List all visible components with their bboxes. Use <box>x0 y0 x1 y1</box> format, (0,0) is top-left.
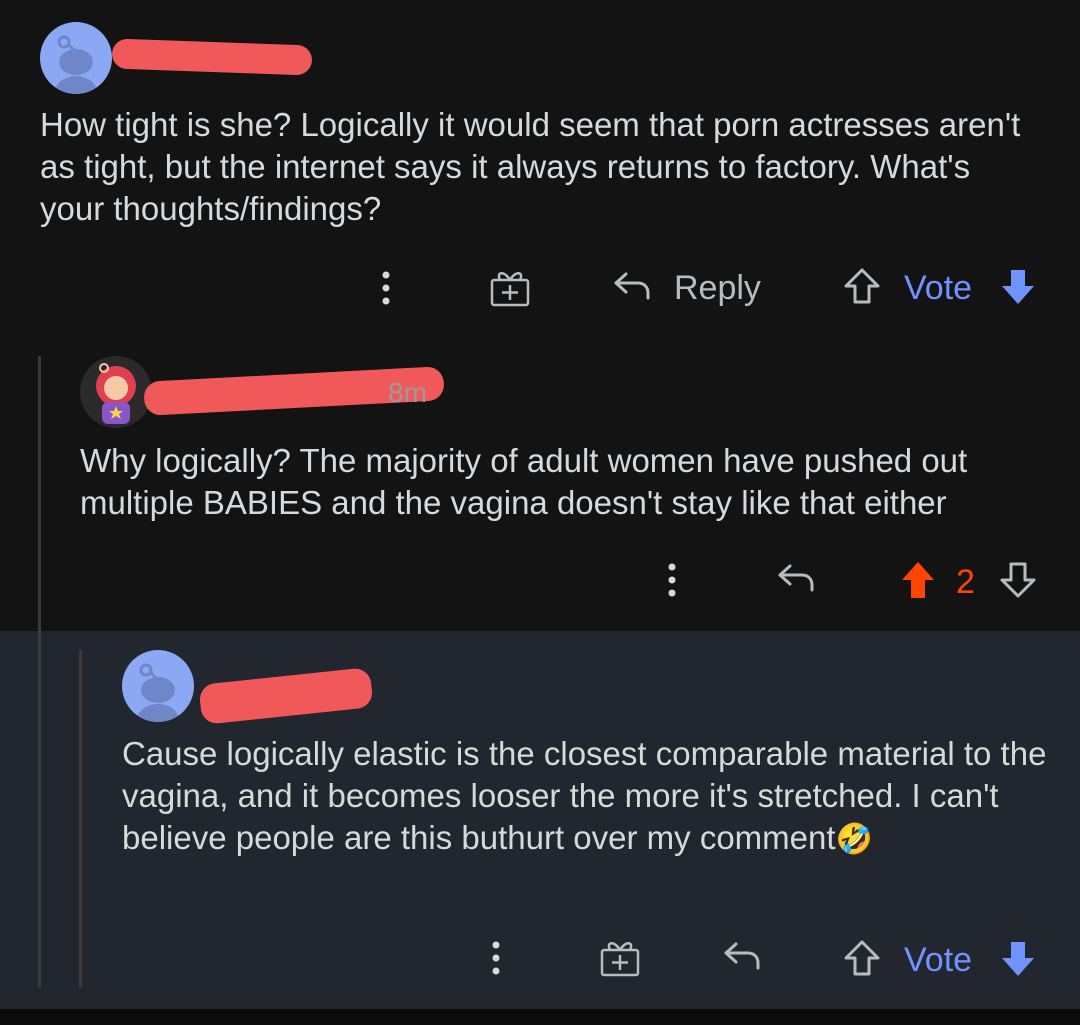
more-options-icon[interactable] <box>664 562 680 598</box>
bottom-bar <box>0 1009 1080 1025</box>
snoo-avatar-icon <box>138 663 178 722</box>
comment-body: How tight is she? Logically it would see… <box>40 106 1021 227</box>
award-icon[interactable] <box>598 938 642 978</box>
upvote-icon[interactable] <box>842 266 882 306</box>
award-icon[interactable] <box>488 268 532 308</box>
avatar[interactable] <box>122 650 194 722</box>
reply-icon[interactable] <box>612 270 652 302</box>
more-options-icon[interactable] <box>378 270 394 306</box>
vote-label: Vote <box>904 269 973 307</box>
downvote-icon[interactable] <box>998 938 1038 978</box>
redacted-username <box>111 38 313 76</box>
comment-body: Why logically? The majority of adult wom… <box>80 442 968 521</box>
thread-line[interactable] <box>79 650 82 988</box>
snoo-avatar-icon <box>56 35 96 94</box>
comment-body: Cause logically elastic is the closest c… <box>122 733 1062 861</box>
vote-label: Vote <box>904 941 973 979</box>
comment-body-text: Cause logically elastic is the closest c… <box>122 735 1047 856</box>
avatar[interactable] <box>80 356 152 428</box>
thread-line[interactable] <box>38 356 41 988</box>
downvote-icon[interactable] <box>998 266 1038 306</box>
custom-avatar-icon <box>96 363 136 424</box>
more-options-icon[interactable] <box>488 940 504 976</box>
avatar[interactable] <box>40 22 112 94</box>
reply-label[interactable]: Reply <box>674 268 761 308</box>
vote-score: 2 <box>956 563 975 601</box>
upvote-icon[interactable] <box>842 938 882 978</box>
reply-icon[interactable] <box>722 940 762 972</box>
upvote-icon[interactable] <box>898 560 938 600</box>
comment-time: 8m <box>388 377 427 408</box>
downvote-icon[interactable] <box>998 560 1038 600</box>
reply-icon[interactable] <box>776 562 816 594</box>
rofl-emoji: 🤣 <box>835 823 873 856</box>
